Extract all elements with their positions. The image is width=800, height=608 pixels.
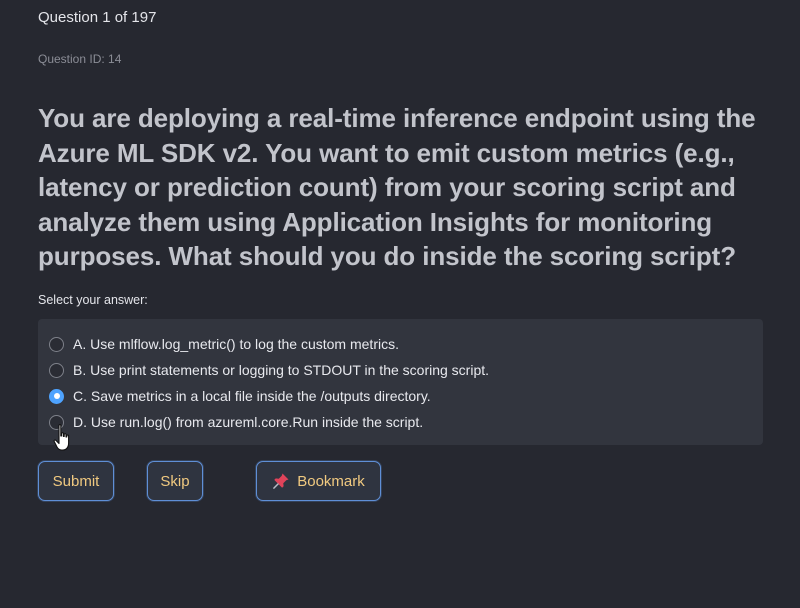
question-counter: Question 1 of 197 (38, 9, 157, 26)
question-id: Question ID: 14 (38, 52, 122, 66)
pushpin-icon (273, 473, 289, 489)
skip-button[interactable]: Skip (147, 461, 203, 501)
option-d-label: D. Use run.log() from azureml.core.Run i… (73, 414, 424, 430)
option-c[interactable]: C. Save metrics in a local file inside t… (38, 383, 763, 409)
bookmark-label: Bookmark (297, 472, 365, 490)
answer-options: A. Use mlflow.log_metric() to log the cu… (38, 319, 763, 445)
question-text: You are deploying a real-time inference … (38, 103, 756, 271)
option-b-label: B. Use print statements or logging to ST… (73, 362, 490, 378)
radio-a[interactable] (49, 336, 64, 352)
option-a[interactable]: A. Use mlflow.log_metric() to log the cu… (38, 331, 763, 357)
bookmark-button[interactable]: Bookmark (256, 461, 381, 501)
quiz-page: Question 1 of 197 Question ID: 14 You ar… (0, 0, 800, 608)
option-d[interactable]: D. Use run.log() from azureml.core.Run i… (38, 409, 763, 435)
option-c-label: C. Save metrics in a local file inside t… (73, 388, 431, 404)
radio-d[interactable] (49, 414, 64, 430)
radio-c[interactable] (49, 388, 64, 404)
radio-b[interactable] (49, 362, 64, 378)
option-b[interactable]: B. Use print statements or logging to ST… (38, 357, 763, 383)
submit-button[interactable]: Submit (38, 461, 114, 501)
option-a-label: A. Use mlflow.log_metric() to log the cu… (73, 336, 399, 352)
answer-prompt: Select your answer: (38, 293, 148, 307)
